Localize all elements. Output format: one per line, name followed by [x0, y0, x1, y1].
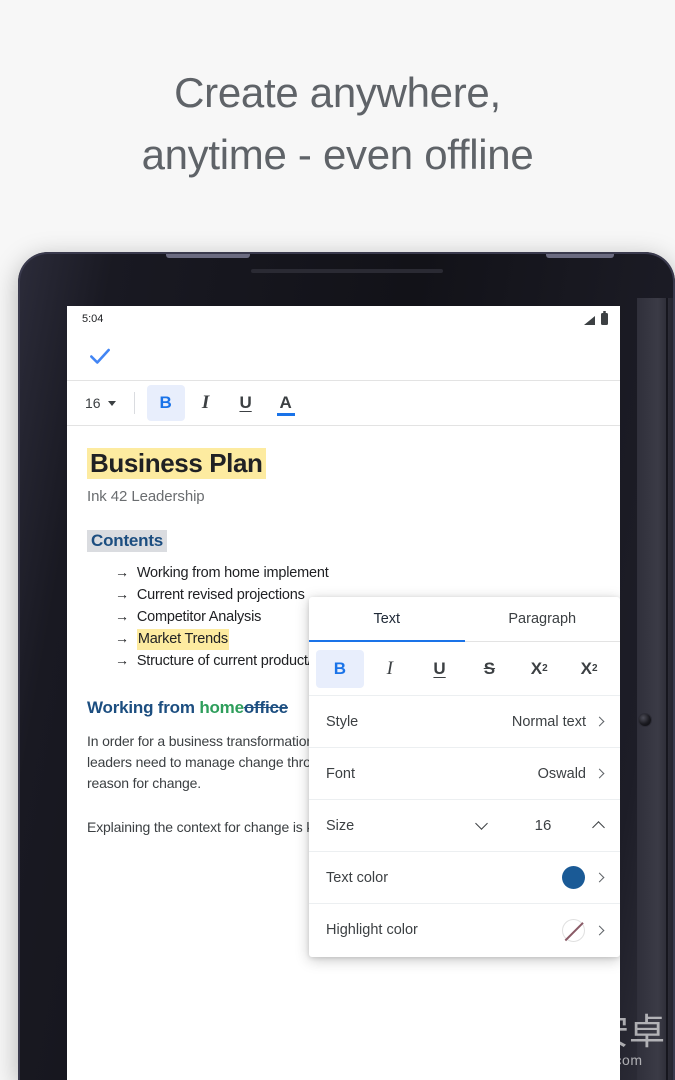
superscript-exponent: 2	[542, 663, 548, 674]
superscript-base: X	[530, 658, 543, 678]
chevron-right-icon	[594, 872, 605, 883]
chevron-right-icon	[594, 716, 605, 727]
row-text-color[interactable]: Text color	[309, 852, 620, 904]
toolbar-underline-button[interactable]: U	[227, 385, 265, 421]
chevron-right-icon	[594, 925, 605, 935]
panel-strikethrough-button[interactable]: S	[465, 650, 513, 688]
toolbar-text-color-letter: A	[279, 393, 292, 412]
subscript-base: X	[580, 658, 592, 678]
formatting-toolbar: 16 B I U A	[67, 380, 620, 426]
row-style[interactable]: Style Normal text	[309, 696, 620, 748]
size-decrease-button[interactable]	[475, 817, 488, 832]
size-value: 16	[534, 817, 552, 834]
panel-italic-button[interactable]: I	[366, 650, 414, 688]
device-side-edge	[637, 298, 675, 1080]
speaker-grille	[250, 269, 443, 273]
row-highlight-color-label: Highlight color	[326, 922, 418, 938]
arrow-bullet-icon: →	[115, 586, 129, 603]
format-panel-tabs: Text Paragraph	[309, 597, 620, 642]
list-item-label: Structure of current product/b	[136, 653, 320, 670]
arrow-bullet-icon: →	[115, 652, 129, 669]
document-contents-heading: Contents	[87, 530, 168, 553]
headline-line-1: Create anywhere,	[174, 69, 501, 116]
text-color-indicator-bar	[276, 413, 295, 416]
app-bar	[67, 332, 620, 380]
battery-icon	[601, 311, 608, 325]
document-subtitle: Ink 42 Leadership	[87, 488, 205, 506]
chevron-down-icon	[475, 817, 488, 830]
subscript-exponent: 2	[591, 663, 598, 674]
toolbar-bold-button[interactable]: B	[146, 385, 185, 421]
chevron-down-icon	[107, 400, 116, 406]
page-title: Create anywhere, anytime - even offline	[0, 62, 675, 186]
section-heading-part-1: Working from	[87, 698, 200, 718]
row-font-label: Font	[326, 765, 356, 782]
section-heading-part-2: home	[199, 698, 244, 718]
toolbar-font-size-value: 16	[85, 395, 101, 411]
row-font[interactable]: Font Oswald	[309, 748, 620, 800]
chevron-up-icon	[592, 821, 605, 834]
format-panel-style-buttons: B I U S X2 X2	[309, 642, 620, 696]
panel-subscript-button[interactable]: X2	[565, 650, 613, 688]
tablet-screen: 5:04 16 B I U A Business Plan Ink 42 Lea…	[67, 306, 620, 1080]
row-size: Size 16	[309, 800, 620, 852]
tab-paragraph[interactable]: Paragraph	[465, 597, 621, 641]
row-style-label: Style	[326, 713, 359, 730]
format-options-panel: Text Paragraph B I U S X2 X2 Style Norma…	[309, 597, 620, 957]
status-bar: 5:04	[67, 306, 620, 332]
toolbar-divider	[133, 392, 135, 414]
row-text-color-label: Text color	[326, 869, 389, 886]
toolbar-text-color-button[interactable]: A	[267, 385, 305, 421]
camera-lens-icon	[639, 714, 651, 726]
row-size-label: Size	[326, 817, 355, 834]
row-font-value: Oswald	[537, 765, 586, 782]
list-item-label: Working from home implement	[136, 565, 329, 582]
signal-icon	[584, 314, 595, 325]
panel-underline-button[interactable]: U	[416, 650, 464, 688]
device-top-accent-left	[166, 252, 250, 258]
chevron-right-icon	[594, 768, 605, 779]
list-item: → Working from home implement	[115, 562, 600, 584]
device-side-edge-line	[666, 298, 668, 1080]
panel-superscript-button[interactable]: X2	[515, 650, 563, 688]
document-title: Business Plan	[87, 448, 266, 480]
headline-line-2: anytime - even offline	[141, 131, 534, 178]
arrow-bullet-icon: →	[115, 608, 129, 625]
toolbar-italic-button[interactable]: I	[187, 385, 225, 421]
toolbar-font-size-dropdown[interactable]: 16	[79, 391, 122, 415]
text-color-swatch	[562, 866, 585, 889]
size-increase-button[interactable]	[592, 819, 605, 834]
list-item-label-highlighted: Market Trends	[136, 629, 229, 651]
tab-text[interactable]: Text	[309, 597, 465, 642]
panel-bold-button[interactable]: B	[316, 649, 364, 688]
row-highlight-color[interactable]: Highlight color	[309, 904, 620, 956]
checkmark-icon[interactable]	[87, 343, 113, 369]
arrow-bullet-icon: →	[115, 630, 129, 647]
device-top-accent-right	[546, 252, 614, 258]
section-heading-part-3-strikethrough: office	[243, 698, 288, 718]
row-style-value: Normal text	[511, 713, 586, 730]
status-clock: 5:04	[82, 313, 104, 325]
list-item-label: Competitor Analysis	[136, 609, 262, 626]
list-item-label: Current revised projections	[136, 587, 305, 604]
tablet-device-frame: 5:04 16 B I U A Business Plan Ink 42 Lea…	[18, 252, 675, 1080]
arrow-bullet-icon: →	[115, 564, 129, 581]
highlight-color-none-swatch	[562, 918, 585, 942]
